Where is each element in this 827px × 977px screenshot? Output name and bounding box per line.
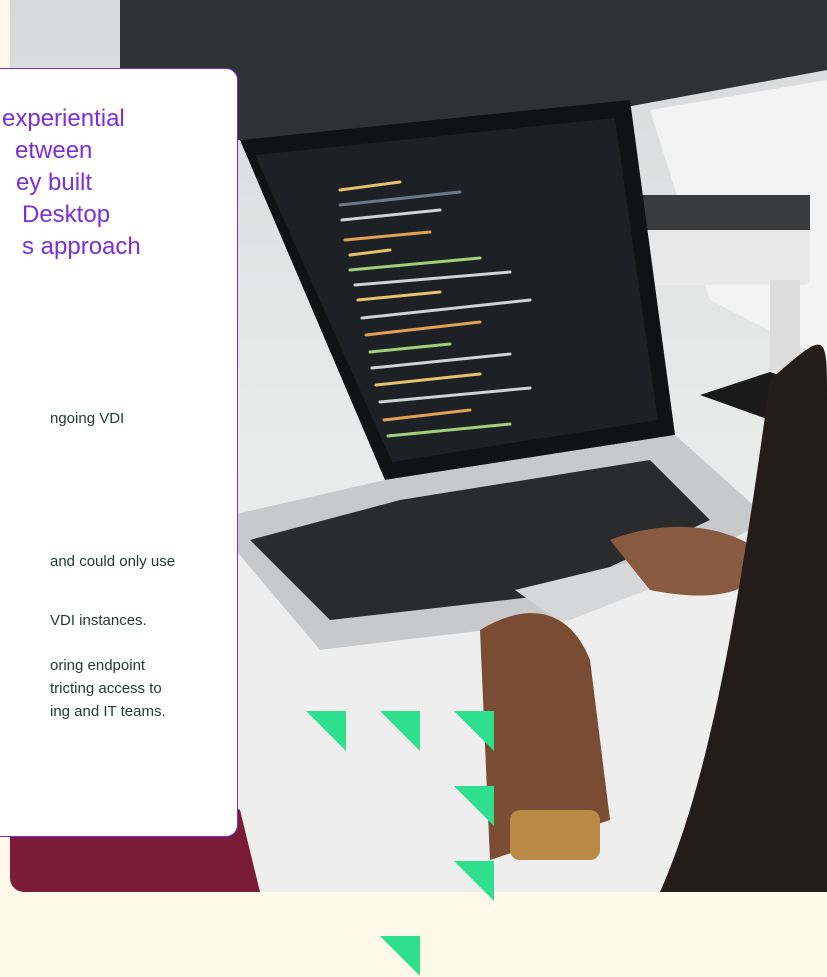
body-text-line: and could only use (50, 553, 176, 570)
green-triangle-icon (380, 711, 420, 751)
heading-line: experiential (2, 105, 125, 132)
green-triangle-icon (454, 711, 494, 751)
body-text-line: tricting access to (50, 680, 162, 697)
body-text-line: ngoing VDI (50, 410, 125, 427)
green-triangle-icon (454, 786, 494, 826)
page: experiential etween ey built Desktop s a… (0, 0, 827, 977)
heading-line: s approach (22, 233, 141, 260)
body-text-line: ing and IT teams. (50, 703, 166, 720)
green-triangle-icon (380, 936, 420, 976)
heading-line: etween (15, 137, 93, 164)
heading-line: ey built (16, 169, 93, 196)
green-triangle-icon (454, 861, 494, 901)
info-card: experiential etween ey built Desktop s a… (0, 68, 238, 837)
body-text-line: VDI instances. (50, 612, 147, 629)
heading-line: Desktop (22, 201, 111, 228)
green-triangle-icon (306, 711, 346, 751)
body-text-line: oring endpoint (50, 657, 146, 674)
card-heading: experiential etween ey built Desktop s a… (0, 103, 237, 263)
